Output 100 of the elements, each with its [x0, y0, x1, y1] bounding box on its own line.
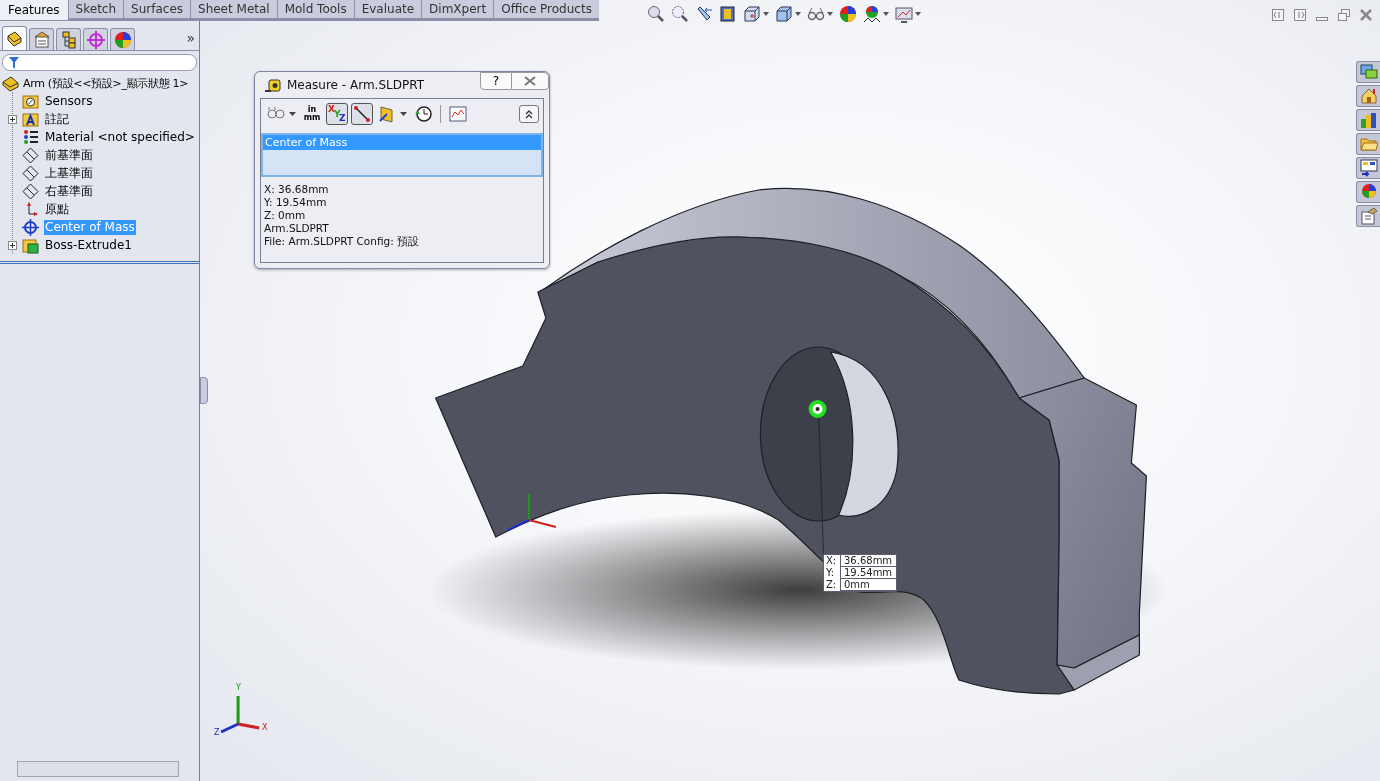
units-button[interactable]: in mm	[301, 103, 323, 125]
center-of-mass-marker	[808, 400, 827, 418]
axis-triad-drawing	[220, 696, 260, 734]
command-tab[interactable]: Evaluate	[354, 0, 422, 18]
caret-icon	[763, 12, 769, 16]
caret-icon	[915, 12, 921, 16]
appearance-icon	[839, 5, 857, 23]
display-style-button[interactable]	[775, 5, 801, 23]
close-button[interactable]	[512, 72, 549, 90]
tree-item[interactable]: Arm (預設<<預設>_顯示狀態 1>	[22, 75, 190, 91]
palette-icon	[1359, 159, 1378, 177]
task-pane-tab[interactable]	[1356, 109, 1380, 131]
collapse-button[interactable]	[519, 105, 539, 123]
task-pane-tab[interactable]	[1356, 157, 1380, 179]
display-icon	[113, 30, 132, 49]
scene-button[interactable]	[863, 5, 889, 23]
close-icon	[524, 76, 536, 86]
caret-icon	[827, 12, 833, 16]
folder-icon	[1359, 135, 1378, 153]
caret-icon	[883, 12, 889, 16]
result-text: File: Arm.SLDPRT Config: 預設	[264, 235, 421, 248]
task-pane-tab[interactable]	[1356, 181, 1380, 203]
chevron-up-icon	[524, 109, 534, 119]
tree-item[interactable]: 前基準面	[44, 147, 94, 163]
section-button[interactable]	[719, 5, 737, 23]
command-tab[interactable]: Sheet Metal	[191, 0, 277, 18]
tree-item[interactable]: Material <not specified>	[44, 129, 196, 145]
coordinate-value: 19.54mm	[841, 567, 896, 579]
display-style-icon	[775, 5, 793, 23]
hide-show-icon	[807, 5, 825, 23]
previous-icon	[695, 5, 713, 23]
projection-icon	[378, 105, 396, 123]
appearance-button[interactable]	[839, 5, 857, 23]
small-triad-drawing	[506, 493, 557, 531]
axis-label: Y	[236, 683, 241, 692]
plane-icon	[22, 146, 39, 164]
restore-icon[interactable]	[1338, 9, 1350, 21]
zoom-area-button[interactable]	[671, 5, 689, 23]
view-settings-icon	[895, 5, 913, 23]
feature-icon	[22, 236, 39, 254]
collapse-left-icon[interactable]	[1272, 9, 1284, 21]
task-pane-tab[interactable]	[1356, 205, 1380, 227]
distance-button[interactable]	[351, 103, 373, 125]
filter-icon	[9, 56, 19, 69]
property-icon	[32, 30, 51, 49]
command-tab[interactable]: Sketch	[68, 0, 124, 18]
xyz-button[interactable]: XYZ	[326, 103, 348, 125]
zoom-fit-button[interactable]	[647, 5, 665, 23]
close-icon[interactable]	[1360, 9, 1372, 21]
orientation-button[interactable]	[743, 5, 769, 23]
sensor-icon	[449, 105, 467, 123]
axis-label: Y:	[824, 567, 841, 579]
command-tab[interactable]: Office Products	[494, 0, 599, 18]
part-icon	[2, 74, 19, 92]
history-icon	[414, 105, 432, 123]
horizontal-scrollbar[interactable]	[17, 761, 179, 777]
tree-item[interactable]: 註記	[44, 111, 70, 127]
filter-field[interactable]	[2, 54, 197, 71]
splitter-handle[interactable]	[200, 377, 208, 404]
more-button[interactable]: »	[186, 30, 195, 46]
expand-icon[interactable]	[8, 114, 17, 124]
expand-icon[interactable]	[8, 240, 17, 250]
command-tab[interactable]: Mold Tools	[277, 0, 354, 18]
orientation-icon	[743, 5, 761, 23]
help-button[interactable]: ?	[480, 72, 512, 90]
caret-icon[interactable]	[400, 112, 407, 116]
caret-icon	[795, 12, 801, 16]
result-text: X: 36.68mm	[264, 183, 330, 196]
command-tab[interactable]: Surfaces	[124, 0, 190, 18]
collapse-right-icon[interactable]	[1294, 9, 1306, 21]
tree-item[interactable]: 原點	[44, 201, 70, 217]
view-settings-button[interactable]	[895, 5, 921, 23]
axis-label: Z	[214, 728, 220, 737]
hide-show-button[interactable]	[807, 5, 833, 23]
command-tab[interactable]: Features	[0, 0, 68, 20]
coordinate-value: 36.68mm	[841, 555, 896, 567]
dialog-title: Measure - Arm.SLDPRT	[287, 78, 424, 92]
tree-item[interactable]: 右基準面	[44, 183, 94, 199]
library-icon	[1359, 111, 1378, 129]
axis-label: Z:	[824, 579, 841, 591]
sensors-icon	[22, 92, 39, 110]
sensor-button[interactable]	[447, 103, 469, 125]
zoom-fit-icon	[647, 5, 665, 23]
appearance-icon	[1359, 183, 1378, 201]
previous-button[interactable]	[695, 5, 713, 23]
section-icon	[719, 5, 737, 23]
distance-icon	[353, 105, 371, 123]
caret-icon[interactable]	[289, 112, 296, 116]
annotations-icon	[22, 110, 39, 128]
command-tab[interactable]: DimXpert	[422, 0, 494, 18]
zoom-area-icon	[671, 5, 689, 23]
tree-item[interactable]: 上基準面	[44, 165, 94, 181]
tree-item[interactable]: Boss-Extrude1	[44, 237, 133, 253]
panel-tab[interactable]	[2, 26, 27, 50]
com-icon	[22, 218, 39, 236]
config-icon	[59, 30, 78, 49]
tape-measure-icon	[265, 78, 281, 92]
custom-icon	[1359, 207, 1378, 225]
scene-icon	[863, 5, 881, 23]
tree-item[interactable]: Sensors	[44, 93, 94, 109]
